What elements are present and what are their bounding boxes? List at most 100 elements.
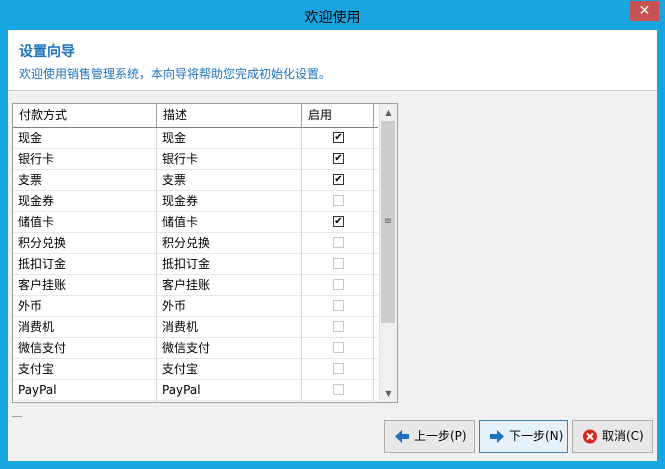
column-header-description[interactable]: 描述 (157, 104, 302, 127)
scroll-up-arrow-icon[interactable]: ▲ (380, 104, 397, 121)
table-row[interactable]: 积分兑换 积分兑换 (13, 233, 378, 254)
enabled-checkbox[interactable] (333, 384, 344, 395)
cancel-button-label: 取消(C) (602, 429, 644, 443)
cell-description: 储值卡 (157, 212, 302, 232)
cell-description: 微信支付 (157, 338, 302, 358)
window-title: 欢迎使用 (304, 10, 361, 26)
cell-method: 外币 (13, 296, 157, 316)
cell-method: 抵扣订金 (13, 254, 157, 274)
table-header: 付款方式 描述 启用 (13, 104, 378, 128)
next-button[interactable]: 下一步(N) (479, 420, 568, 453)
cell-description: 支票 (157, 170, 302, 190)
enabled-checkbox[interactable]: ✔ (333, 216, 344, 227)
separator (12, 416, 22, 417)
wizard-body: 设置向导 欢迎使用销售管理系统，本向导将帮助您完成初始化设置。 付款方式 描述 … (8, 30, 657, 461)
cell-description: 外币 (157, 296, 302, 316)
cell-description: 扫码支付 (157, 401, 302, 402)
cell-method: 支票 (13, 170, 157, 190)
cell-enabled (302, 401, 374, 402)
cell-description: 积分兑换 (157, 233, 302, 253)
cell-method: 微信支付 (13, 338, 157, 358)
cell-method: 银行卡 (13, 149, 157, 169)
table-row[interactable]: 扫码支付扫码支付 (13, 401, 378, 402)
cell-enabled (302, 191, 374, 211)
cancel-icon (583, 429, 597, 444)
cell-enabled (302, 254, 374, 274)
enabled-checkbox[interactable] (333, 237, 344, 248)
title-bar[interactable]: 欢迎使用 ✕ (0, 0, 665, 30)
enabled-checkbox[interactable] (333, 195, 344, 206)
cell-method: 积分兑换 (13, 233, 157, 253)
cell-method: 支付宝 (13, 359, 157, 379)
table-row[interactable]: 微信支付 微信支付 (13, 338, 378, 359)
check-icon: ✔ (334, 153, 343, 164)
cell-enabled (302, 380, 374, 400)
table-row[interactable]: 客户挂账 客户挂账 (13, 275, 378, 296)
enabled-checkbox[interactable] (333, 258, 344, 269)
vertical-scrollbar[interactable]: ▲ ≡ ▼ (379, 104, 397, 402)
check-icon: ✔ (334, 216, 343, 227)
table-row[interactable]: 外币 外币 (13, 296, 378, 317)
enabled-checkbox[interactable] (333, 300, 344, 311)
wizard-header: 设置向导 欢迎使用销售管理系统，本向导将帮助您完成初始化设置。 (8, 30, 657, 91)
table-row[interactable]: PayPal PayPal (13, 380, 378, 401)
enabled-checkbox[interactable] (333, 279, 344, 290)
enabled-checkbox[interactable] (333, 363, 344, 374)
cell-method: 客户挂账 (13, 275, 157, 295)
column-header-enabled[interactable]: 启用 (302, 104, 374, 127)
column-header-method[interactable]: 付款方式 (13, 104, 157, 127)
cell-description: 现金券 (157, 191, 302, 211)
cell-enabled (302, 233, 374, 253)
cell-description: 消费机 (157, 317, 302, 337)
table-body: 现金 现金 ✔ 银行卡 银行卡 ✔ 支票 支票 ✔ 现金券 现金券 储值卡 储值卡 ✔ 积分兑换 积分兑换 抵扣… (13, 128, 378, 402)
cell-enabled (302, 296, 374, 316)
cell-description: 现金 (157, 128, 302, 148)
cell-enabled: ✔ (302, 149, 374, 169)
cell-method: 现金券 (13, 191, 157, 211)
enabled-checkbox[interactable]: ✔ (333, 153, 344, 164)
table-row[interactable]: 储值卡 储值卡 ✔ (13, 212, 378, 233)
table-row[interactable]: 现金 现金 ✔ (13, 128, 378, 149)
arrow-left-icon (395, 430, 409, 443)
close-button[interactable]: ✕ (630, 1, 659, 21)
wizard-title: 设置向导 (19, 44, 75, 60)
next-button-label: 下一步(N) (509, 429, 564, 443)
arrow-right-icon (490, 430, 504, 443)
cell-description: PayPal (157, 380, 302, 400)
scroll-thumb[interactable]: ≡ (381, 121, 395, 323)
cell-enabled (302, 275, 374, 295)
cell-description: 银行卡 (157, 149, 302, 169)
table-row[interactable]: 抵扣订金 抵扣订金 (13, 254, 378, 275)
cell-method: PayPal (13, 380, 157, 400)
cell-enabled (302, 359, 374, 379)
prev-button[interactable]: 上一步(P) (384, 420, 475, 453)
payment-methods-table: 付款方式 描述 启用 现金 现金 ✔ 银行卡 银行卡 ✔ 支票 支票 ✔ 现金券 现金券 储值卡 储值卡… (12, 103, 398, 403)
cell-method: 消费机 (13, 317, 157, 337)
table-row[interactable]: 支票 支票 ✔ (13, 170, 378, 191)
grip-icon: ≡ (383, 216, 393, 227)
cell-method: 储值卡 (13, 212, 157, 232)
cell-enabled: ✔ (302, 128, 374, 148)
table-row[interactable]: 消费机 消费机 (13, 317, 378, 338)
table-row[interactable]: 银行卡 银行卡 ✔ (13, 149, 378, 170)
scroll-down-arrow-icon[interactable]: ▼ (380, 385, 397, 402)
check-icon: ✔ (334, 132, 343, 143)
enabled-checkbox[interactable] (333, 342, 344, 353)
cell-enabled: ✔ (302, 170, 374, 190)
wizard-description: 欢迎使用销售管理系统，本向导将帮助您完成初始化设置。 (19, 67, 332, 81)
cancel-button[interactable]: 取消(C) (572, 420, 653, 453)
table-row[interactable]: 支付宝 支付宝 (13, 359, 378, 380)
wizard-window: 欢迎使用 ✕ 设置向导 欢迎使用销售管理系统，本向导将帮助您完成初始化设置。 付… (0, 0, 665, 469)
enabled-checkbox[interactable] (333, 321, 344, 332)
table-row[interactable]: 现金券 现金券 (13, 191, 378, 212)
prev-button-label: 上一步(P) (414, 429, 467, 443)
cell-method: 现金 (13, 128, 157, 148)
cell-enabled: ✔ (302, 212, 374, 232)
cell-method: 扫码支付 (13, 401, 157, 402)
cell-description: 抵扣订金 (157, 254, 302, 274)
cell-enabled (302, 317, 374, 337)
cell-description: 客户挂账 (157, 275, 302, 295)
enabled-checkbox[interactable]: ✔ (333, 174, 344, 185)
close-icon: ✕ (638, 3, 651, 19)
enabled-checkbox[interactable]: ✔ (333, 132, 344, 143)
